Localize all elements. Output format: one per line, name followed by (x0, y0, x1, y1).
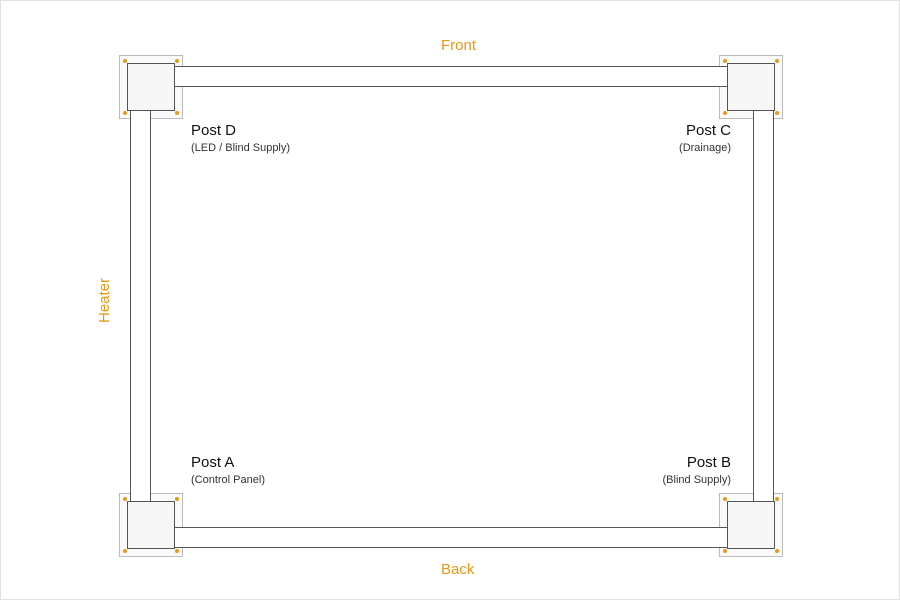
post-d (127, 63, 175, 111)
post-c (727, 63, 775, 111)
post-label-a: Post A (Control Panel) (191, 453, 265, 488)
side-label-heater: Heater (96, 278, 113, 323)
post-b-name: Post B (601, 453, 731, 473)
post-label-d: Post D (LED / Blind Supply) (191, 121, 290, 156)
pergola-layout-diagram: Front Back Heater Beam B Beam A Beam C B… (0, 0, 900, 600)
side-label-back: Back (441, 561, 474, 578)
post-c-function: (Drainage) (601, 141, 731, 156)
post-d-name: Post D (191, 121, 290, 141)
side-label-front: Front (441, 37, 476, 54)
beam-c-left (130, 107, 151, 505)
post-b (727, 501, 775, 549)
post-a-function: (Control Panel) (191, 473, 265, 488)
post-label-b: Post B (Blind Supply) (601, 453, 731, 488)
post-a-name: Post A (191, 453, 265, 473)
post-c-name: Post C (601, 121, 731, 141)
post-d-function: (LED / Blind Supply) (191, 141, 290, 156)
beam-b-top (171, 66, 731, 87)
beam-d-right (753, 107, 774, 505)
post-a (127, 501, 175, 549)
post-b-function: (Blind Supply) (601, 473, 731, 488)
post-label-c: Post C (Drainage) (601, 121, 731, 156)
beam-a-bottom (171, 527, 731, 548)
